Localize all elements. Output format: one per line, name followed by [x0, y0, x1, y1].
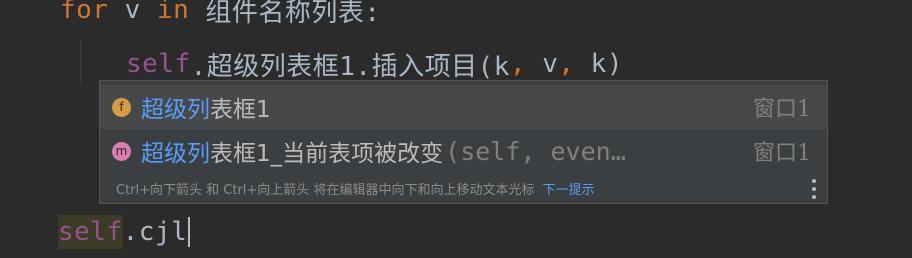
completion-hint: Ctrl+向下箭头 和 Ctrl+向上箭头 将在编辑器中向下和向上移动文本光标: [116, 182, 535, 198]
more-vertical-icon[interactable]: [811, 179, 817, 199]
typed-text: .cjl: [122, 217, 188, 247]
completion-signature: (self, even…: [445, 136, 626, 166]
completion-item-origin: 窗口1: [753, 141, 811, 166]
arg-v: v: [526, 49, 559, 79]
self-keyword: self: [58, 215, 123, 249]
next-tip-link[interactable]: 下一提示: [542, 179, 594, 198]
completion-item-label: 超级列表框1_当前表项被改变: [141, 134, 443, 168]
completion-rest-text: 表框1: [210, 97, 271, 123]
field-icon: f: [112, 97, 131, 117]
completion-item-label: 超级列表框1: [141, 90, 271, 124]
completion-item[interactable]: f 超级列表框1 窗口1: [100, 85, 827, 129]
keyword-for: for: [60, 0, 109, 25]
completion-popup: f 超级列表框1 窗口1 m 超级列表框1_当前表项被改变 (self, eve…: [99, 80, 828, 204]
code-line-current[interactable]: self .cjl: [58, 210, 191, 254]
comma: ,: [558, 49, 575, 79]
keyword-in: in: [156, 0, 190, 25]
iterable-name: 组件名称列表:: [189, 0, 381, 28]
completion-item-origin: 窗口1: [753, 97, 811, 122]
completion-match-text: 超级列: [141, 97, 210, 123]
comma: ,: [509, 49, 527, 79]
loop-variable: v: [108, 0, 157, 25]
method-call: .超级列表框1.插入项目(k: [190, 51, 510, 82]
text-caret: [188, 217, 191, 247]
method-icon: m: [112, 141, 131, 161]
completion-footer: Ctrl+向下箭头 和 Ctrl+向上箭头 将在编辑器中向下和向上移动文本光标 …: [100, 173, 827, 203]
code-line-for-loop: for v in 组件名称列表:: [60, 0, 381, 32]
completion-match-text: 超级列: [141, 141, 210, 167]
completion-item[interactable]: m 超级列表框1_当前表项被改变 (self, even… 窗口1: [100, 129, 827, 173]
code-editor[interactable]: for v in 组件名称列表: self .超级列表框1.插入项目(k , v…: [0, 0, 912, 258]
indent-guide: [80, 40, 81, 84]
self-keyword: self: [126, 49, 191, 79]
arg-k: k): [574, 49, 623, 79]
completion-rest-text: 表框1_当前表项被改变: [210, 141, 444, 167]
